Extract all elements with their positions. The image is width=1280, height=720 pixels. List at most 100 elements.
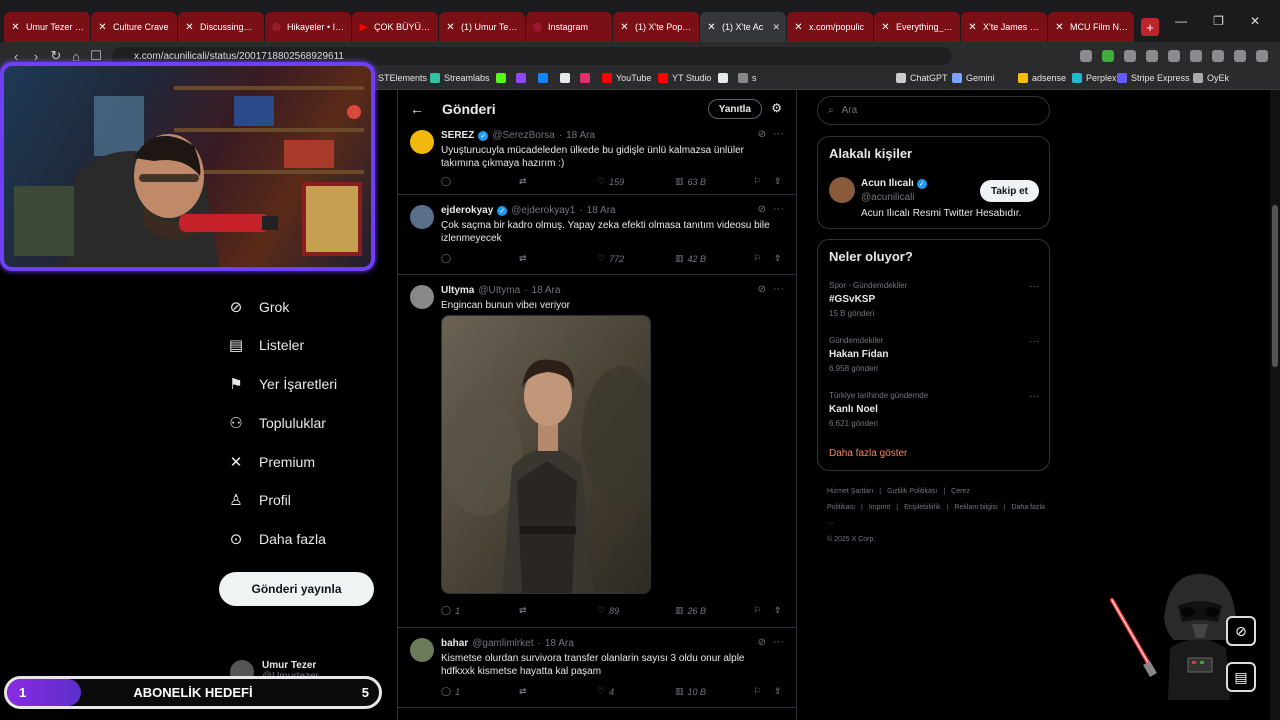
browser-tab[interactable]: ◎ Instagram [526, 12, 612, 42]
extension-icon[interactable] [1124, 50, 1136, 62]
more-options-icon[interactable]: ··· [1029, 336, 1039, 347]
browser-tab[interactable]: ✕ Culture Crave [91, 12, 177, 42]
author-name[interactable]: SEREZ [441, 130, 474, 141]
bookmark-action[interactable]: ⚐ [753, 253, 761, 264]
bookmark-item[interactable] [516, 73, 526, 83]
views-action[interactable]: ▥ 63 B [675, 176, 706, 187]
browser-tab[interactable]: ✕ Umur Tezer (@ [4, 12, 90, 42]
like-action[interactable]: ♡ 772 [597, 253, 624, 264]
avatar[interactable] [829, 177, 855, 203]
related-name-row[interactable]: Acun Ilıcalı ✓ [861, 178, 927, 189]
share-action[interactable]: ⇪ [774, 176, 782, 187]
reply-tweet[interactable]: ejderokyay ✓ @ejderokyay1 · 18 Ara ⊘ ···… [398, 195, 796, 275]
footer-link[interactable]: Erişilebilirlik [904, 504, 941, 511]
reply-tweet[interactable]: Ultyma @UItyma · 18 Ara ⊘ ··· Engincan b… [398, 275, 796, 628]
back-arrow-icon[interactable]: ← [410, 101, 424, 117]
nav-lists[interactable]: ▤ Listeler [227, 336, 304, 354]
browser-tab[interactable]: ✕ DiscussingFilm [178, 12, 264, 42]
browser-tab[interactable]: ✕ X'te James Gun [961, 12, 1047, 42]
like-action[interactable]: ♡ 89 [597, 605, 619, 616]
bookmark-item[interactable]: adsense [1018, 73, 1066, 83]
tweet-date[interactable]: 18 Ara [587, 205, 616, 216]
author-name[interactable]: bahar [441, 638, 468, 649]
scrollbar-thumb[interactable] [1272, 205, 1278, 367]
nav-grok[interactable]: ⊘ Grok [227, 298, 290, 316]
tweet-photo[interactable] [441, 315, 651, 594]
bookmark-item[interactable]: OyEk [1193, 73, 1229, 83]
more-options-icon[interactable]: ··· [773, 203, 784, 215]
tweet-date[interactable]: 18 Ara [532, 285, 561, 296]
close-tab-icon[interactable]: ✕ [772, 22, 780, 33]
extension-icon[interactable] [1234, 50, 1246, 62]
bookmark-item[interactable]: Streamlabs [430, 73, 490, 83]
reply-tweet[interactable]: SEREZ ✓ @SerezBorsa · 18 Ara ⊘ ··· Uyuşt… [398, 120, 796, 195]
avatar[interactable] [410, 130, 434, 154]
browser-tab[interactable]: ✕ MCU Film New [1048, 12, 1134, 42]
extension-icon[interactable] [1080, 50, 1092, 62]
browser-tab[interactable]: ◎ Hikayeler • Inst [265, 12, 351, 42]
grok-icon[interactable]: ⊘ [758, 284, 766, 295]
bookmark-item[interactable]: Stripe Express [1117, 73, 1190, 83]
related-handle[interactable]: @acunilicali [861, 192, 915, 203]
bookmark-item[interactable]: ChatGPT [896, 73, 948, 83]
bookmark-item[interactable] [538, 73, 548, 83]
extension-icon[interactable] [1212, 50, 1224, 62]
repost-action[interactable]: ⇄ [519, 605, 531, 616]
like-action[interactable]: ♡ 159 [597, 176, 624, 187]
avatar[interactable] [410, 638, 434, 662]
browser-tab[interactable]: ✕ x.com/populic [787, 12, 873, 42]
nav-bookmarks[interactable]: ⚑ Yer İşaretleri [227, 375, 337, 393]
show-more-link[interactable]: Daha fazla göster [829, 448, 907, 459]
views-action[interactable]: ▥ 42 B [675, 253, 706, 264]
grok-icon[interactable]: ⊘ [758, 637, 766, 648]
bookmark-item[interactable]: YouTube [602, 73, 651, 83]
like-action[interactable]: ♡ 4 [597, 686, 614, 697]
reply-button[interactable]: Yanıtla [707, 99, 762, 119]
grok-icon[interactable]: ⊘ [758, 204, 766, 215]
repost-action[interactable]: ⇄ [519, 253, 531, 264]
tweet-date[interactable]: 18 Ara [545, 638, 574, 649]
settings-sliders-icon[interactable]: ⚙ [771, 101, 782, 115]
author-handle[interactable]: @ejderokyay1 [511, 205, 575, 216]
extension-icon[interactable] [1190, 50, 1202, 62]
nav-premium[interactable]: ✕ Premium [227, 453, 315, 471]
bookmark-action[interactable]: ⚐ [753, 176, 761, 187]
trend-item[interactable]: Gündemdekiler Hakan Fidan 6.958 gönderi … [829, 336, 1039, 373]
extension-icon[interactable] [1146, 50, 1158, 62]
browser-tab[interactable]: ✕ (1) Umur Tezer [439, 12, 525, 42]
follow-button[interactable]: Takip et [979, 180, 1039, 202]
bookmark-item[interactable] [560, 73, 570, 83]
scrollbar[interactable] [1270, 90, 1280, 720]
browser-tab[interactable]: ✕ (1) X'te Popula [613, 12, 699, 42]
views-action[interactable]: ▥ 10 B [675, 686, 706, 697]
share-action[interactable]: ⇪ [774, 605, 782, 616]
author-name[interactable]: Ultyma [441, 285, 474, 296]
author-name[interactable]: ejderokyay [441, 205, 493, 216]
nav-more[interactable]: ⊙ Daha fazla [227, 530, 326, 548]
footer-link[interactable]: Hizmet Şartları [827, 488, 873, 495]
share-action[interactable]: ⇪ [774, 686, 782, 697]
bookmark-item[interactable]: s [738, 73, 757, 83]
reply-tweet[interactable]: bahar @gamlimlrket · 18 Ara ⊘ ··· Kismet… [398, 628, 796, 708]
avatar[interactable] [410, 205, 434, 229]
author-handle[interactable]: @SerezBorsa [492, 130, 554, 141]
author-handle[interactable]: @gamlimlrket [472, 638, 533, 649]
share-action[interactable]: ⇪ [774, 253, 782, 264]
trend-item[interactable]: Spor · Gündemdekiler #GSvKSP 15 B gönder… [829, 281, 1039, 318]
reply-action[interactable]: ◯ 1 [441, 605, 460, 616]
footer-link[interactable]: Gizlilik Politikası [887, 488, 937, 495]
bookmark-item[interactable] [580, 73, 590, 83]
nav-communities[interactable]: ⚇ Topluluklar [227, 414, 326, 432]
reply-action[interactable]: ◯ [441, 253, 455, 264]
more-options-icon[interactable]: ··· [1029, 391, 1039, 402]
footer-link[interactable]: Reklam bilgisi [954, 504, 997, 511]
post-button[interactable]: Gönderi yayınla [219, 572, 374, 606]
author-handle[interactable]: @UItyma [478, 285, 520, 296]
restore-icon[interactable]: ❐ [1213, 14, 1224, 28]
browser-tab[interactable]: ✕ Everything_DC [874, 12, 960, 42]
trend-item[interactable]: Türkiye tarihinde gündemde Kanlı Noel 6.… [829, 391, 1039, 428]
close-window-icon[interactable]: ✕ [1250, 14, 1260, 28]
more-options-icon[interactable]: ··· [773, 128, 784, 140]
new-tab-button[interactable]: + [1141, 18, 1159, 36]
more-options-icon[interactable]: ··· [773, 283, 784, 295]
